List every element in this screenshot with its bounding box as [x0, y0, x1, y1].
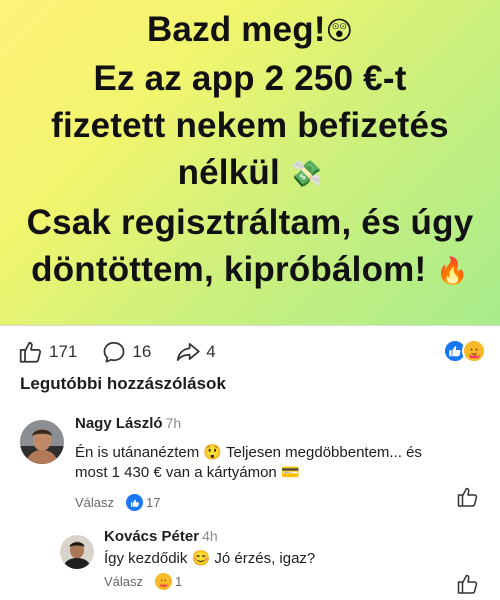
comment-header: Kovács Péter 4h	[104, 528, 218, 546]
like-reaction-icon	[126, 494, 144, 511]
post-line-5: Csak regisztráltam, és úgy	[26, 202, 474, 242]
comment-reaction-count: 17	[146, 495, 161, 510]
comment-text: Így kezdődik 😊 Jó érzés, igaz?	[104, 550, 316, 567]
astonished-emoji-icon: 😲	[325, 16, 354, 47]
post-line-1: Bazd meg!😲	[146, 10, 354, 49]
like-action-button[interactable]: 171	[18, 339, 77, 365]
comment-text-line-1: Én is utánanéztem 😲 Teljesen megdöbbente…	[75, 444, 422, 461]
post-hero: Bazd meg!😲 Ez az app 2 250 €-t fizetett …	[0, 0, 500, 325]
comment-time: 4h	[202, 528, 218, 544]
avatar[interactable]	[60, 535, 94, 569]
comment-text: Én is utánanéztem 😲 Teljesen megdöbbente…	[75, 443, 422, 483]
share-count: 4	[206, 342, 216, 361]
comment-time: 7h	[165, 415, 182, 431]
share-arrow-icon	[177, 343, 200, 361]
comment-header: Nagy László 7h	[75, 415, 181, 433]
action-bar: 171 16 4	[18, 338, 240, 366]
post-line-6: döntöttem, kipróbálom! 🔥	[31, 249, 469, 289]
reply-button[interactable]: Válasz	[75, 495, 114, 510]
reply-comment-item: Kovács Péter 4h Így kezdődik 😊 Jó érzés, …	[60, 528, 490, 600]
commenter-name[interactable]: Kovács Péter	[104, 528, 199, 545]
comment-count: 16	[132, 342, 152, 361]
money-wings-emoji-icon: 💸	[289, 159, 323, 190]
comment-like-button[interactable]	[456, 572, 480, 600]
commenter-name[interactable]: Nagy László	[75, 415, 163, 432]
comment-item: Nagy László 7h Én is utánanéztem 😲 Teljes…	[20, 415, 490, 515]
comment-like-button[interactable]	[456, 485, 480, 514]
comment-text-line-2: most 1 430 € van a kártyámon 💳	[75, 464, 300, 481]
thumbs-up-icon	[457, 487, 478, 507]
recent-comments-heading: Legutóbbi hozzászólások	[20, 374, 226, 393]
like-count: 171	[49, 342, 78, 361]
speech-bubble-icon	[103, 341, 125, 363]
divider	[0, 325, 500, 326]
comment-meta: Válasz 1	[104, 573, 182, 590]
care-reaction-icon	[155, 573, 173, 590]
thumbs-up-icon	[19, 341, 42, 363]
comment-reaction-count: 1	[175, 574, 183, 589]
post-line-4: nélkül 💸	[177, 153, 323, 193]
reply-button[interactable]: Válasz	[104, 574, 143, 589]
avatar[interactable]	[20, 420, 64, 464]
comment-meta: Válasz 17	[75, 494, 161, 511]
care-reaction-icon	[462, 339, 486, 363]
post-line-2: Ez az app 2 250 €-t	[93, 59, 407, 99]
fire-emoji-icon: 🔥	[436, 255, 469, 286]
post-line-3: fizetett nekem befizetés	[51, 106, 449, 146]
share-action-button[interactable]: 4	[175, 339, 216, 365]
thumbs-up-icon	[457, 574, 478, 594]
comment-action-button[interactable]: 16	[101, 339, 151, 365]
reaction-summary[interactable]	[443, 339, 486, 363]
